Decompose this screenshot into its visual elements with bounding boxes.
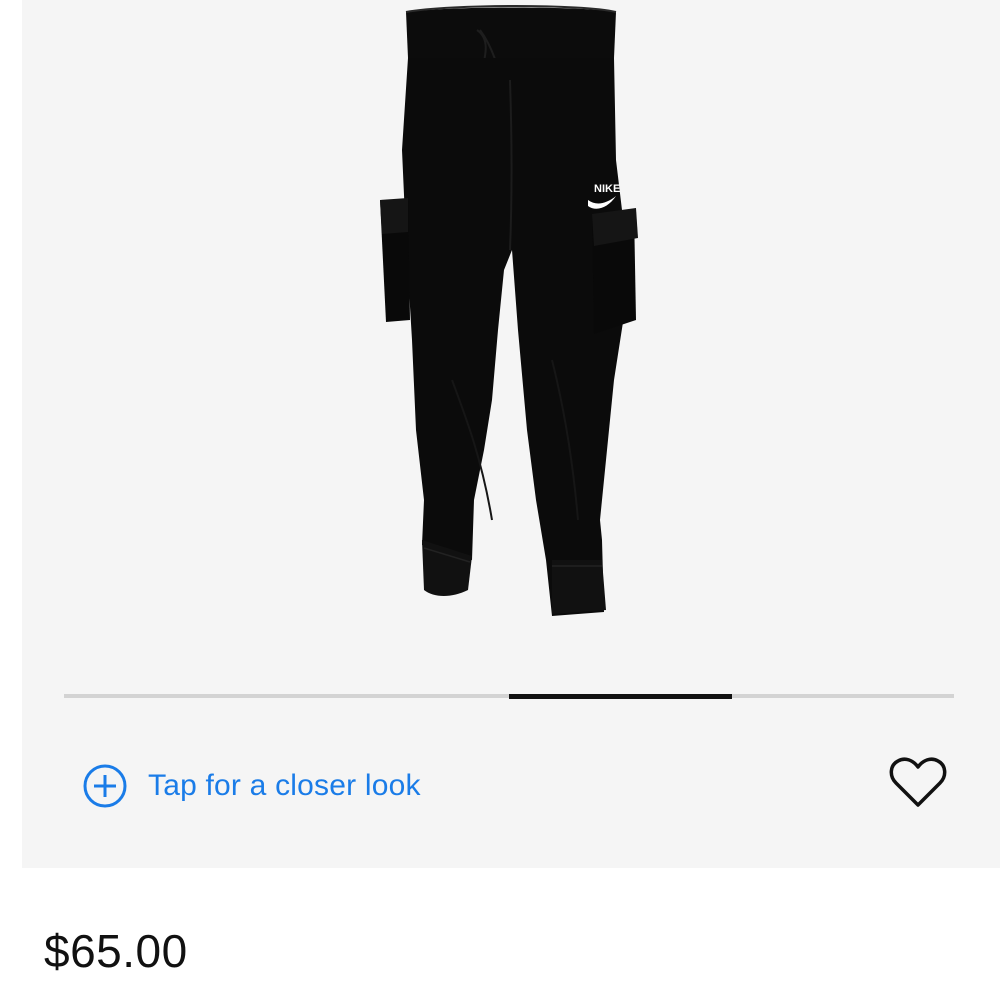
svg-text:NIKE: NIKE: [594, 183, 620, 195]
heart-outline-icon[interactable]: [888, 755, 948, 811]
right-cuff: [552, 560, 606, 614]
plus-circle-icon: [83, 764, 127, 808]
product-price: $65.00: [44, 925, 188, 977]
closer-look-button[interactable]: Tap for a closer look: [82, 760, 421, 812]
product-image-gallery[interactable]: NIKE Tap for a closer look: [22, 0, 1000, 868]
carousel-progress-track: [64, 693, 954, 699]
pants-waistband: [406, 7, 616, 63]
closer-look-label: Tap for a closer look: [148, 769, 421, 802]
product-image[interactable]: NIKE: [22, 0, 1000, 660]
carousel-progress-indicator: [509, 693, 732, 699]
pants-body: [402, 58, 628, 616]
